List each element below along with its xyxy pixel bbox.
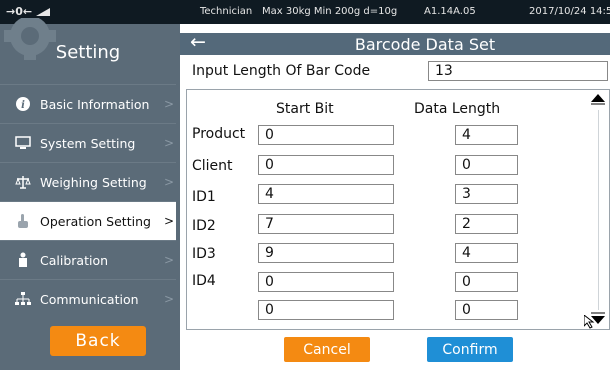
chevron-right-icon: > bbox=[163, 175, 174, 189]
info-icon: i bbox=[12, 97, 34, 111]
weight-icon bbox=[12, 252, 34, 268]
sidebar-item-label: Operation Setting bbox=[40, 213, 151, 229]
confirm-button[interactable]: Confirm bbox=[427, 337, 513, 362]
chevron-right-icon: > bbox=[163, 97, 174, 111]
product-data-length-field[interactable]: 4 bbox=[455, 125, 518, 145]
zero-indicator: →0← bbox=[6, 5, 50, 18]
product-start-bit-field[interactable]: 0 bbox=[258, 125, 394, 145]
scale-icon bbox=[12, 174, 34, 190]
client-start-bit-field[interactable]: 0 bbox=[258, 155, 394, 175]
column-header-data-length: Data Length bbox=[414, 101, 501, 117]
sidebar-item-label: Weighing Setting bbox=[40, 174, 147, 190]
chevron-right-icon: > bbox=[163, 136, 174, 150]
status-bar: →0← Technician Max 30kg Min 200g d=10g A… bbox=[0, 0, 610, 24]
sidebar-title: Setting bbox=[55, 42, 121, 63]
barcode-length-input[interactable]: 13 bbox=[428, 61, 608, 81]
column-header-start-bit: Start Bit bbox=[276, 101, 334, 117]
sidebar-item-label: Calibration bbox=[40, 252, 109, 268]
page-title: Barcode Data Set bbox=[354, 35, 496, 54]
monitor-icon bbox=[12, 136, 34, 150]
sidebar-item-basic-information[interactable]: i Basic Information > bbox=[0, 84, 176, 123]
sidebar-item-operation-setting[interactable]: Operation Setting > bbox=[0, 201, 176, 240]
sidebar-item-calibration[interactable]: Calibration > bbox=[0, 240, 176, 279]
hand-pointer-icon bbox=[12, 213, 34, 229]
sidebar: Setting i Basic Information > System Set… bbox=[0, 18, 180, 370]
id2-data-length-field[interactable]: 2 bbox=[455, 214, 518, 234]
row-label-id2: ID2 bbox=[192, 218, 216, 234]
id5-start-bit-field[interactable]: 0 bbox=[258, 300, 394, 320]
svg-text:i: i bbox=[21, 100, 25, 111]
chevron-right-icon: > bbox=[163, 292, 174, 306]
client-data-length-field[interactable]: 0 bbox=[455, 155, 518, 175]
sidebar-item-communication[interactable]: Communication > bbox=[0, 279, 176, 318]
chevron-right-icon: > bbox=[163, 214, 174, 228]
back-button[interactable]: Back bbox=[50, 326, 146, 356]
sidebar-nav: i Basic Information > System Setting > W… bbox=[0, 84, 176, 318]
sidebar-item-label: Basic Information bbox=[40, 96, 150, 112]
row-label-id4: ID4 bbox=[192, 273, 216, 289]
barcode-length-label: Input Length Of Bar Code bbox=[192, 63, 371, 79]
sidebar-item-label: Communication bbox=[40, 291, 139, 307]
mouse-cursor-icon bbox=[583, 313, 596, 333]
barcode-table-panel bbox=[186, 89, 610, 330]
page-header: ← Barcode Data Set bbox=[180, 31, 610, 55]
row-label-client: Client bbox=[192, 158, 233, 174]
row-label-id1: ID1 bbox=[192, 189, 216, 205]
id1-data-length-field[interactable]: 3 bbox=[455, 184, 518, 204]
user-role: Technician bbox=[200, 6, 253, 17]
network-icon bbox=[12, 292, 34, 306]
sidebar-item-label: System Setting bbox=[40, 135, 136, 151]
cancel-button[interactable]: Cancel bbox=[284, 337, 370, 362]
scrollbar-track[interactable] bbox=[598, 110, 605, 310]
zero-indicator-text: →0← bbox=[6, 5, 33, 18]
scroll-up-arrow-icon[interactable] bbox=[590, 93, 606, 108]
chevron-right-icon: > bbox=[163, 253, 174, 267]
id1-start-bit-field[interactable]: 4 bbox=[258, 184, 394, 204]
scale-spec: Max 30kg Min 200g d=10g bbox=[262, 6, 398, 17]
id4-start-bit-field[interactable]: 0 bbox=[258, 272, 394, 292]
firmware-version: A1.14A.05 bbox=[424, 6, 476, 17]
id3-data-length-field[interactable]: 4 bbox=[455, 243, 518, 263]
id3-start-bit-field[interactable]: 9 bbox=[258, 243, 394, 263]
id2-start-bit-field[interactable]: 7 bbox=[258, 214, 394, 234]
id4-data-length-field[interactable]: 0 bbox=[455, 272, 518, 292]
sidebar-item-weighing-setting[interactable]: Weighing Setting > bbox=[0, 162, 176, 201]
balance-triangle-icon bbox=[35, 8, 50, 16]
row-label-product: Product bbox=[192, 126, 246, 142]
row-label-id3: ID3 bbox=[192, 246, 216, 262]
datetime: 2017/10/24 14:5 bbox=[529, 6, 610, 17]
sidebar-item-system-setting[interactable]: System Setting > bbox=[0, 123, 176, 162]
id5-data-length-field[interactable]: 0 bbox=[455, 300, 518, 320]
